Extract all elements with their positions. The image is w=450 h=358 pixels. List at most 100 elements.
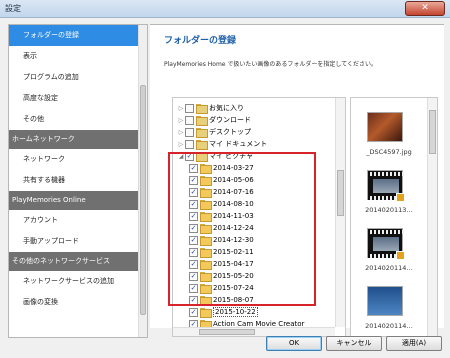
folder-checkbox[interactable]: ✓ <box>189 259 198 269</box>
tree-horizontal-scrollbar[interactable] <box>173 327 335 336</box>
folder-checkbox[interactable]: ✓ <box>185 151 194 161</box>
sidebar-scrollbar[interactable] <box>138 25 147 337</box>
tree-node-label: ダウンロード <box>209 116 251 124</box>
sidebar-section-other-network-services: その他のネットワークサービス <box>9 252 139 271</box>
tree-node-2015-02-11[interactable]: ✓ 2015-02-11 <box>189 246 254 258</box>
folder-checkbox[interactable]: ✓ <box>189 187 198 197</box>
tree-node-favorites[interactable]: ▷ お気に入り <box>177 102 244 114</box>
tree-node-2015-04-17[interactable]: ✓ 2015-04-17 <box>189 258 254 270</box>
tree-node-label: 2014-12-30 <box>213 236 254 244</box>
tree-node-2015-05-20[interactable]: ✓ 2015-05-20 <box>189 270 254 282</box>
video-badge-icon <box>396 251 405 260</box>
sidebar-item-shared-devices[interactable]: 共有する機器 <box>9 170 139 191</box>
tree-node-my-documents[interactable]: ▷ マイ ドキュメント <box>177 138 267 150</box>
sidebar-section-home-network: ホームネットワーク <box>9 130 139 149</box>
sidebar-item-other[interactable]: その他 <box>9 109 139 130</box>
tree-node-2014-05-06[interactable]: ✓ 2014-05-06 <box>189 174 254 186</box>
thumbnail-scrollbar[interactable] <box>427 98 437 336</box>
tree-node-label: 2014-05-06 <box>213 176 254 184</box>
thumbnail-label: 2014020114… <box>365 322 413 330</box>
sidebar-item-image-conversion[interactable]: 画像の変換 <box>9 292 139 313</box>
tree-node-2014-08-10[interactable]: ✓ 2014-08-10 <box>189 198 254 210</box>
thumbnail-item[interactable]: _DSC4597.jpg <box>351 112 427 170</box>
tree-node-label: 2014-12-24 <box>213 224 254 232</box>
folder-checkbox[interactable]: ✓ <box>189 283 198 293</box>
folder-checkbox[interactable] <box>185 103 194 113</box>
close-button[interactable]: ✕ <box>405 1 445 16</box>
folder-checkbox[interactable] <box>185 115 194 125</box>
tree-node-label: マイ ドキュメント <box>209 140 268 148</box>
tree-node-2014-12-24[interactable]: ✓ 2014-12-24 <box>189 222 254 234</box>
folder-icon <box>196 140 208 150</box>
thumbnail-item[interactable]: 2014020114… <box>351 286 427 336</box>
sidebar-item-account[interactable]: アカウント <box>9 210 139 231</box>
sidebar-item-manual-upload[interactable]: 手動アップロード <box>9 231 139 252</box>
expand-arrow-icon[interactable]: ▷ <box>177 129 185 136</box>
tree-node-2015-07-24[interactable]: ✓ 2015-07-24 <box>189 282 254 294</box>
tree-vertical-scroll-thumb[interactable] <box>337 170 344 216</box>
folder-checkbox[interactable]: ✓ <box>189 235 198 245</box>
tree-node-label: 2015-05-20 <box>213 272 254 280</box>
folder-checkbox[interactable]: ✓ <box>189 307 198 317</box>
collapse-arrow-icon[interactable]: ◢ <box>177 153 185 160</box>
tree-node-desktop[interactable]: ▷ デスクトップ <box>177 126 251 138</box>
tree-node-my-pictures[interactable]: ◢ ✓ マイ ピクチャ <box>177 150 253 162</box>
sidebar-item-add-network-service[interactable]: ネットワークサービスの追加 <box>9 271 139 292</box>
folder-checkbox[interactable]: ✓ <box>189 199 198 209</box>
sidebar-item-display[interactable]: 表示 <box>9 46 139 67</box>
folder-checkbox[interactable]: ✓ <box>189 247 198 257</box>
folder-icon <box>200 236 212 246</box>
folder-checkbox[interactable] <box>185 127 194 137</box>
tree-node-label: 2014-07-16 <box>213 188 254 196</box>
tree-node-label: デスクトップ <box>209 128 251 136</box>
tree-horizontal-scroll-thumb[interactable] <box>199 329 255 335</box>
sidebar-item-network[interactable]: ネットワーク <box>9 149 139 170</box>
folder-icon <box>200 176 212 186</box>
folder-icon <box>196 152 208 162</box>
expand-arrow-icon[interactable]: ▷ <box>177 117 185 124</box>
tree-node-label: 2014-11-03 <box>213 212 254 220</box>
tree-node-label: お気に入り <box>209 104 244 112</box>
folder-icon <box>200 260 212 270</box>
sidebar-item-add-program[interactable]: プログラムの追加 <box>9 67 139 88</box>
expand-arrow-icon[interactable]: ▷ <box>177 105 185 112</box>
folder-checkbox[interactable]: ✓ <box>189 163 198 173</box>
ok-button[interactable]: OK <box>266 336 322 351</box>
folder-checkbox[interactable]: ✓ <box>189 175 198 185</box>
tree-node-2014-07-16[interactable]: ✓ 2014-07-16 <box>189 186 254 198</box>
thumbnail-label: _DSC4597.jpg <box>366 148 412 156</box>
expand-arrow-icon[interactable]: ▷ <box>177 141 185 148</box>
tree-node-2015-10-22[interactable]: ✓ 2015-10-22 <box>189 306 258 318</box>
folder-checkbox[interactable] <box>185 139 194 149</box>
sidebar-scroll-thumb[interactable] <box>140 85 146 315</box>
thumbnail-item[interactable]: 2014020114… <box>351 228 427 286</box>
thumbnail-scroll-thumb[interactable] <box>429 110 436 154</box>
tree-vertical-scrollbar[interactable] <box>335 98 345 327</box>
tree-node-label: マイ ピクチャ <box>209 152 254 160</box>
cancel-button[interactable]: キャンセル <box>326 336 382 351</box>
sidebar-section-playmemories-online: PlayMemories Online <box>9 191 139 210</box>
thumbnail-label: 2014020113… <box>365 206 413 214</box>
page-title: フォルダーの登録 <box>164 36 237 46</box>
tree-node-2015-08-07[interactable]: ✓ 2015-08-07 <box>189 294 254 306</box>
tree-node-2014-11-03[interactable]: ✓ 2014-11-03 <box>189 210 254 222</box>
tree-node-2014-03-27[interactable]: ✓ 2014-03-27 <box>189 162 254 174</box>
sidebar-item-folder-registration[interactable]: フォルダーの登録 <box>9 25 139 46</box>
apply-button[interactable]: 適用(A) <box>386 336 442 351</box>
tree-node-2014-12-30[interactable]: ✓ 2014-12-30 <box>189 234 254 246</box>
folder-checkbox[interactable]: ✓ <box>189 223 198 233</box>
thumbnail-item[interactable]: 2014020113… <box>351 170 427 228</box>
tree-node-downloads[interactable]: ▷ ダウンロード <box>177 114 251 126</box>
sidebar-item-advanced[interactable]: 高度な設定 <box>9 88 139 109</box>
folder-icon <box>200 296 212 306</box>
video-badge-icon <box>396 193 405 202</box>
folder-checkbox[interactable]: ✓ <box>189 271 198 281</box>
folder-checkbox[interactable]: ✓ <box>189 211 198 221</box>
main-panel: フォルダーの登録 PlayMemories Home で扱いたい画像のあるフォル… <box>150 24 444 337</box>
tree-node-label: 2014-03-27 <box>213 164 254 172</box>
video-thumbnail <box>367 170 405 202</box>
folder-checkbox[interactable]: ✓ <box>189 295 198 305</box>
page-description: PlayMemories Home で扱いたい画像のあるフォルダーを指定してくだ… <box>164 61 378 68</box>
folder-icon <box>200 248 212 258</box>
photo-thumbnail <box>367 112 403 142</box>
